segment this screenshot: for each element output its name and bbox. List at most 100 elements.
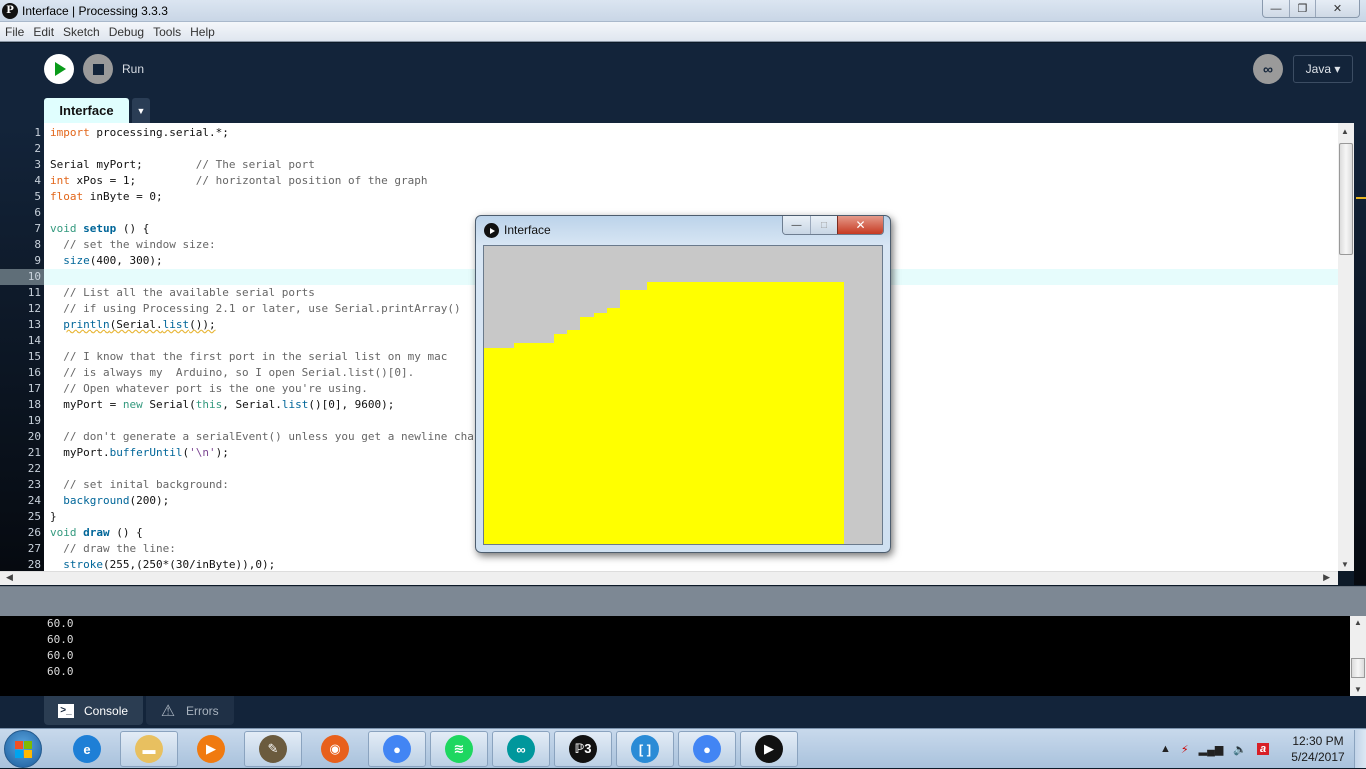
maximize-icon[interactable]: □ xyxy=(810,216,837,234)
line-number: 22 xyxy=(27,462,41,475)
toolbar: Run ∞ Java ▾ xyxy=(0,43,1366,98)
windows-logo-icon xyxy=(14,740,32,758)
line-number: 16 xyxy=(27,366,41,379)
line-number: 1 xyxy=(34,126,41,139)
show-desktop-button[interactable] xyxy=(1354,730,1366,768)
code-line[interactable]: stroke(255,(250*(30/inByte)),0); xyxy=(44,557,1338,571)
code-line[interactable]: import processing.serial.*; xyxy=(44,125,1338,141)
menu-help[interactable]: Help xyxy=(186,25,219,39)
chrome-icon: ● xyxy=(383,735,411,763)
console-scrollbar[interactable]: ▲ ▼ xyxy=(1350,616,1366,696)
tab-menu-button[interactable]: ▼ xyxy=(132,98,150,123)
console-divider[interactable] xyxy=(0,586,1366,616)
line-number: 19 xyxy=(27,414,41,427)
taskbar-item[interactable]: ≋ xyxy=(430,731,488,767)
volume-icon[interactable]: 🔈 xyxy=(1233,743,1247,756)
brackets-icon: [ ] xyxy=(631,735,659,763)
debug-button[interactable]: ∞ xyxy=(1253,54,1283,84)
sketch-tab-bar: Interface ▼ xyxy=(0,98,1366,123)
tab-errors-label: Errors xyxy=(186,703,219,718)
minimize-icon[interactable]: — xyxy=(783,216,810,234)
line-number: 4 xyxy=(34,174,41,187)
sketch-canvas[interactable] xyxy=(483,245,883,545)
graph-bar xyxy=(514,343,554,544)
error-marker-strip xyxy=(1354,123,1366,585)
line-number: 15 xyxy=(27,350,41,363)
console-line: 60.0 xyxy=(47,665,74,678)
scroll-up-icon[interactable]: ▲ xyxy=(1341,127,1349,136)
code-line[interactable]: float inByte = 0; xyxy=(44,189,1338,205)
internet-explorer-icon: e xyxy=(73,735,101,763)
avira-icon[interactable]: a xyxy=(1257,743,1270,755)
console-scroll-thumb[interactable] xyxy=(1351,658,1365,678)
code-line[interactable]: Serial myPort; // The serial port xyxy=(44,157,1338,173)
spotify-icon: ≋ xyxy=(445,735,473,763)
scroll-left-icon[interactable]: ◀ xyxy=(6,572,13,583)
scroll-up-icon[interactable]: ▲ xyxy=(1354,618,1362,627)
run-button[interactable] xyxy=(44,54,74,84)
warning-marker[interactable] xyxy=(1356,197,1366,199)
sketch-window[interactable]: Interface — □ ✕ xyxy=(475,215,891,553)
line-number: 24 xyxy=(27,494,41,507)
play-icon xyxy=(55,62,66,76)
taskbar-item[interactable]: ℙ3 xyxy=(554,731,612,767)
clock[interactable]: 12:30 PM 5/24/2017 xyxy=(1283,733,1353,765)
console-line: 60.0 xyxy=(47,617,74,630)
taskbar-item[interactable]: ● xyxy=(678,731,736,767)
line-number: 23 xyxy=(27,478,41,491)
graph-bar xyxy=(567,330,580,544)
stop-button[interactable] xyxy=(83,54,113,84)
taskbar-item[interactable]: e xyxy=(58,731,116,767)
media-player-icon: ▶ xyxy=(197,735,225,763)
line-number: 2 xyxy=(34,142,41,155)
menu-file[interactable]: File xyxy=(1,25,28,39)
line-number-gutter: 1 2 3 4 5 6 7 8 9 10 11 12 13 14 15 16 17 18 19 20 21 22 23 24 2… xyxy=(0,123,44,571)
show-hidden-icons[interactable]: ▲ xyxy=(1160,743,1171,755)
taskbar-item[interactable]: ● xyxy=(368,731,426,767)
line-number: 8 xyxy=(34,238,41,251)
restore-icon[interactable]: ❐ xyxy=(1289,0,1315,17)
taskbar-item[interactable]: ◉ xyxy=(306,731,364,767)
warning-icon: ⚠ xyxy=(160,702,176,720)
network-signal-icon[interactable]: ▂▄▆ xyxy=(1199,743,1224,756)
scroll-down-icon[interactable]: ▼ xyxy=(1341,560,1349,569)
scroll-right-icon[interactable]: ▶ xyxy=(1323,572,1330,583)
minimize-icon[interactable]: — xyxy=(1263,0,1289,17)
taskbar-item[interactable]: ✎ xyxy=(244,731,302,767)
menu-bar: File Edit Sketch Debug Tools Help xyxy=(0,22,1366,42)
close-icon[interactable]: ✕ xyxy=(1315,0,1359,17)
line-number: 21 xyxy=(27,446,41,459)
taskbar-item[interactable]: ▶ xyxy=(182,731,240,767)
processing-sketch-icon: ▶ xyxy=(755,735,783,763)
close-icon[interactable]: ✕ xyxy=(837,216,883,234)
menu-sketch[interactable]: Sketch xyxy=(59,25,104,39)
line-number: 13 xyxy=(27,318,41,331)
taskbar-item[interactable]: ▶ xyxy=(740,731,798,767)
power-icon[interactable]: ⚡ xyxy=(1181,743,1189,756)
taskbar-item[interactable]: ∞ xyxy=(492,731,550,767)
scroll-thumb[interactable] xyxy=(1339,143,1353,255)
tab-console[interactable]: >_ Console xyxy=(44,696,143,725)
clock-date: 5/24/2017 xyxy=(1291,750,1345,764)
tab-errors[interactable]: ⚠ Errors xyxy=(146,696,234,725)
terminal-icon: >_ xyxy=(58,703,74,718)
editor-vertical-scrollbar[interactable]: ▲ ▼ xyxy=(1338,123,1354,571)
editor-horizontal-scrollbar[interactable]: ◀ ▶ xyxy=(0,571,1338,585)
line-number: 27 xyxy=(27,542,41,555)
processing-play-icon xyxy=(484,223,499,238)
run-label: Run xyxy=(122,62,145,76)
code-line[interactable] xyxy=(44,141,1338,157)
line-number: 10 xyxy=(0,269,44,285)
menu-debug[interactable]: Debug xyxy=(105,25,148,39)
arduino-icon: ∞ xyxy=(507,735,535,763)
taskbar-item[interactable]: ▬ xyxy=(120,731,178,767)
sketch-window-title: Interface xyxy=(504,223,551,237)
menu-tools[interactable]: Tools xyxy=(149,25,185,39)
code-line[interactable]: int xPos = 1; // horizontal position of … xyxy=(44,173,1338,189)
taskbar-item[interactable]: [ ] xyxy=(616,731,674,767)
scroll-down-icon[interactable]: ▼ xyxy=(1354,685,1362,694)
tab-interface[interactable]: Interface xyxy=(44,98,129,123)
menu-edit[interactable]: Edit xyxy=(29,25,58,39)
mode-selector[interactable]: Java ▾ xyxy=(1293,55,1353,83)
start-button[interactable] xyxy=(4,730,42,768)
